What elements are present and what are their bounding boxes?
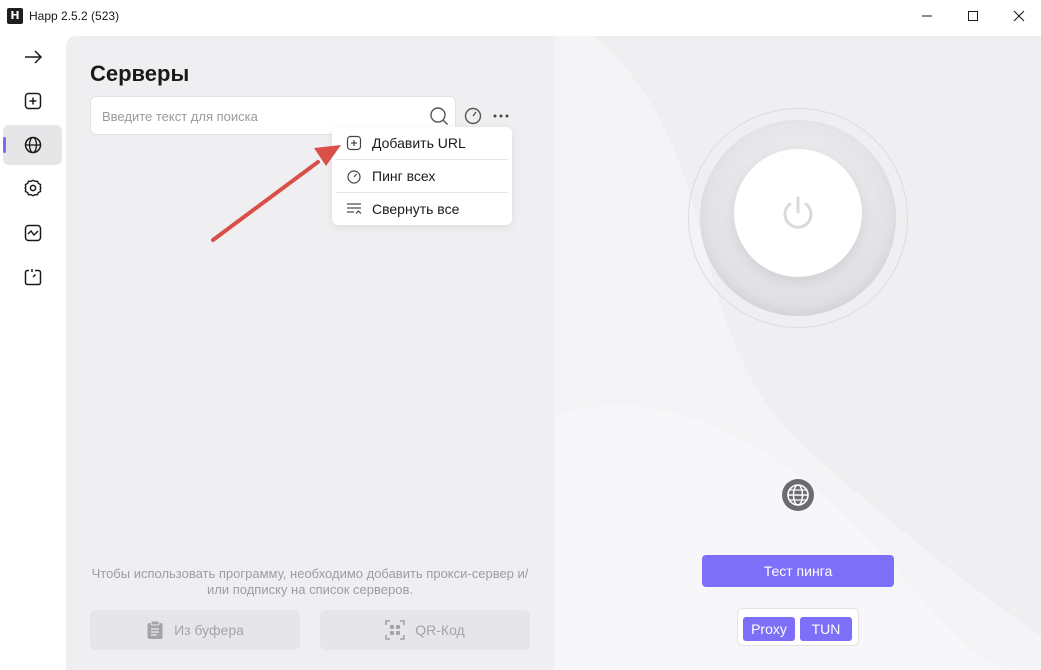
qr-code-icon <box>385 620 406 640</box>
mode-proxy-button[interactable]: Proxy <box>743 617 795 641</box>
menu-item-collapse-all[interactable]: Свернуть все <box>332 193 512 225</box>
rail-item-monitor[interactable] <box>3 213 62 253</box>
server-actions-menu: Добавить URL Пинг всех Свернуть все <box>332 127 512 225</box>
search-icon[interactable] <box>429 106 449 126</box>
plus-square-icon <box>24 92 41 110</box>
close-button[interactable] <box>996 0 1041 32</box>
menu-item-add-url[interactable]: Добавить URL <box>332 127 512 159</box>
minimize-icon <box>922 15 932 17</box>
arrow-right-icon <box>24 50 42 64</box>
title-bar: H Happ 2.5.2 (523) <box>0 0 1041 32</box>
rail-item-timer[interactable] <box>3 257 62 297</box>
connection-panel: Тест пинга Proxy TUN <box>554 36 1041 670</box>
app-logo: H <box>7 8 23 24</box>
rail-item-add[interactable] <box>3 81 62 121</box>
mode-tun-button[interactable]: TUN <box>800 617 852 641</box>
minimize-button[interactable] <box>904 0 950 32</box>
empty-state-hint: Чтобы использовать программу, необходимо… <box>91 566 529 597</box>
qr-code-label: QR-Код <box>415 622 465 638</box>
power-icon <box>783 196 813 229</box>
globe-icon[interactable] <box>781 478 815 512</box>
maximize-icon <box>968 11 978 21</box>
gear-icon <box>23 179 42 197</box>
from-clipboard-button[interactable]: Из буфера <box>90 610 300 650</box>
qr-code-button[interactable]: QR-Код <box>320 610 530 650</box>
timer-icon <box>24 269 41 286</box>
ping-test-button[interactable]: Тест пинга <box>702 555 894 587</box>
activity-monitor-icon <box>24 224 41 242</box>
rail-item-servers[interactable] <box>3 125 62 165</box>
globe-icon <box>24 136 41 154</box>
window-title: Happ 2.5.2 (523) <box>29 9 120 23</box>
maximize-button[interactable] <box>950 0 996 32</box>
speedometer-icon <box>347 170 361 184</box>
speedometer-icon[interactable] <box>463 105 483 125</box>
rail-item-settings[interactable] <box>3 168 62 208</box>
from-clipboard-label: Из буфера <box>174 622 244 638</box>
menu-item-label: Свернуть все <box>372 201 460 217</box>
search-input[interactable] <box>102 106 412 126</box>
servers-panel: Серверы Добавить URL Пинг всех Свернуть … <box>66 36 554 670</box>
more-options-icon[interactable] <box>491 105 511 125</box>
nav-rail: i <box>0 32 66 670</box>
close-icon <box>1013 10 1025 22</box>
collapse-list-icon <box>347 203 362 214</box>
rail-item-connect[interactable] <box>3 37 62 77</box>
mode-switch: Proxy TUN <box>737 608 859 646</box>
active-indicator <box>3 137 6 153</box>
plus-square-icon <box>346 135 362 151</box>
page-title: Серверы <box>90 61 190 86</box>
power-button[interactable] <box>734 149 862 277</box>
clipboard-icon <box>147 620 163 639</box>
menu-item-label: Пинг всех <box>372 168 436 184</box>
menu-item-label: Добавить URL <box>372 135 466 151</box>
menu-item-ping-all[interactable]: Пинг всех <box>332 160 512 192</box>
